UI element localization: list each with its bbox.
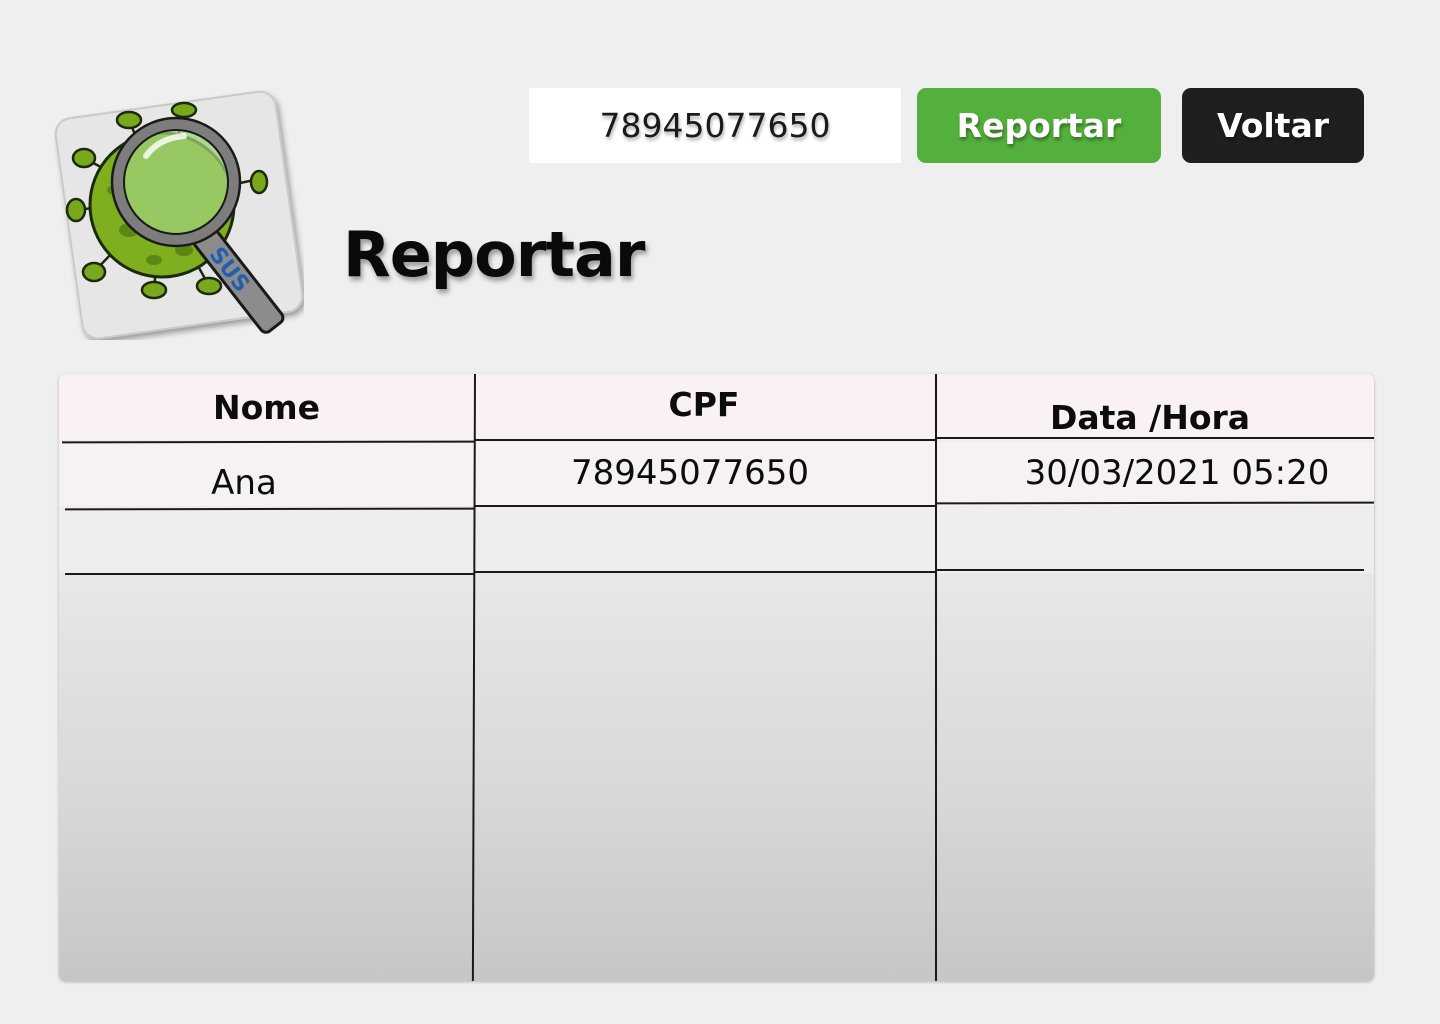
table-divider xyxy=(935,569,1364,571)
report-button[interactable]: Reportar xyxy=(917,88,1161,163)
table-divider xyxy=(474,439,935,441)
reports-table: Nome CPF Data /Hora Ana 78945077650 30/0… xyxy=(59,374,1374,981)
cpf-input[interactable] xyxy=(529,88,901,163)
table-row[interactable] xyxy=(59,507,1374,573)
cell-cpf: 78945077650 xyxy=(571,453,809,493)
page-title: Reportar xyxy=(343,218,645,291)
app-logo: SUS xyxy=(54,90,304,340)
cell-nome: Ana xyxy=(211,463,277,503)
column-header-cpf: CPF xyxy=(668,385,740,424)
table-divider xyxy=(935,374,937,981)
table-divider xyxy=(935,437,1374,439)
back-button[interactable]: Voltar xyxy=(1182,88,1364,163)
column-header-data-hora: Data /Hora xyxy=(1049,398,1251,437)
table-divider xyxy=(475,571,935,573)
cell-data-hora: 30/03/2021 05:20 xyxy=(1024,453,1330,493)
table-divider xyxy=(474,505,935,507)
report-page: SUS Reportar Reportar Voltar Nome CPF Da… xyxy=(0,0,1440,1024)
table-divider xyxy=(65,573,475,575)
column-header-nome: Nome xyxy=(212,388,321,427)
virus-magnifier-icon: SUS xyxy=(54,90,304,340)
